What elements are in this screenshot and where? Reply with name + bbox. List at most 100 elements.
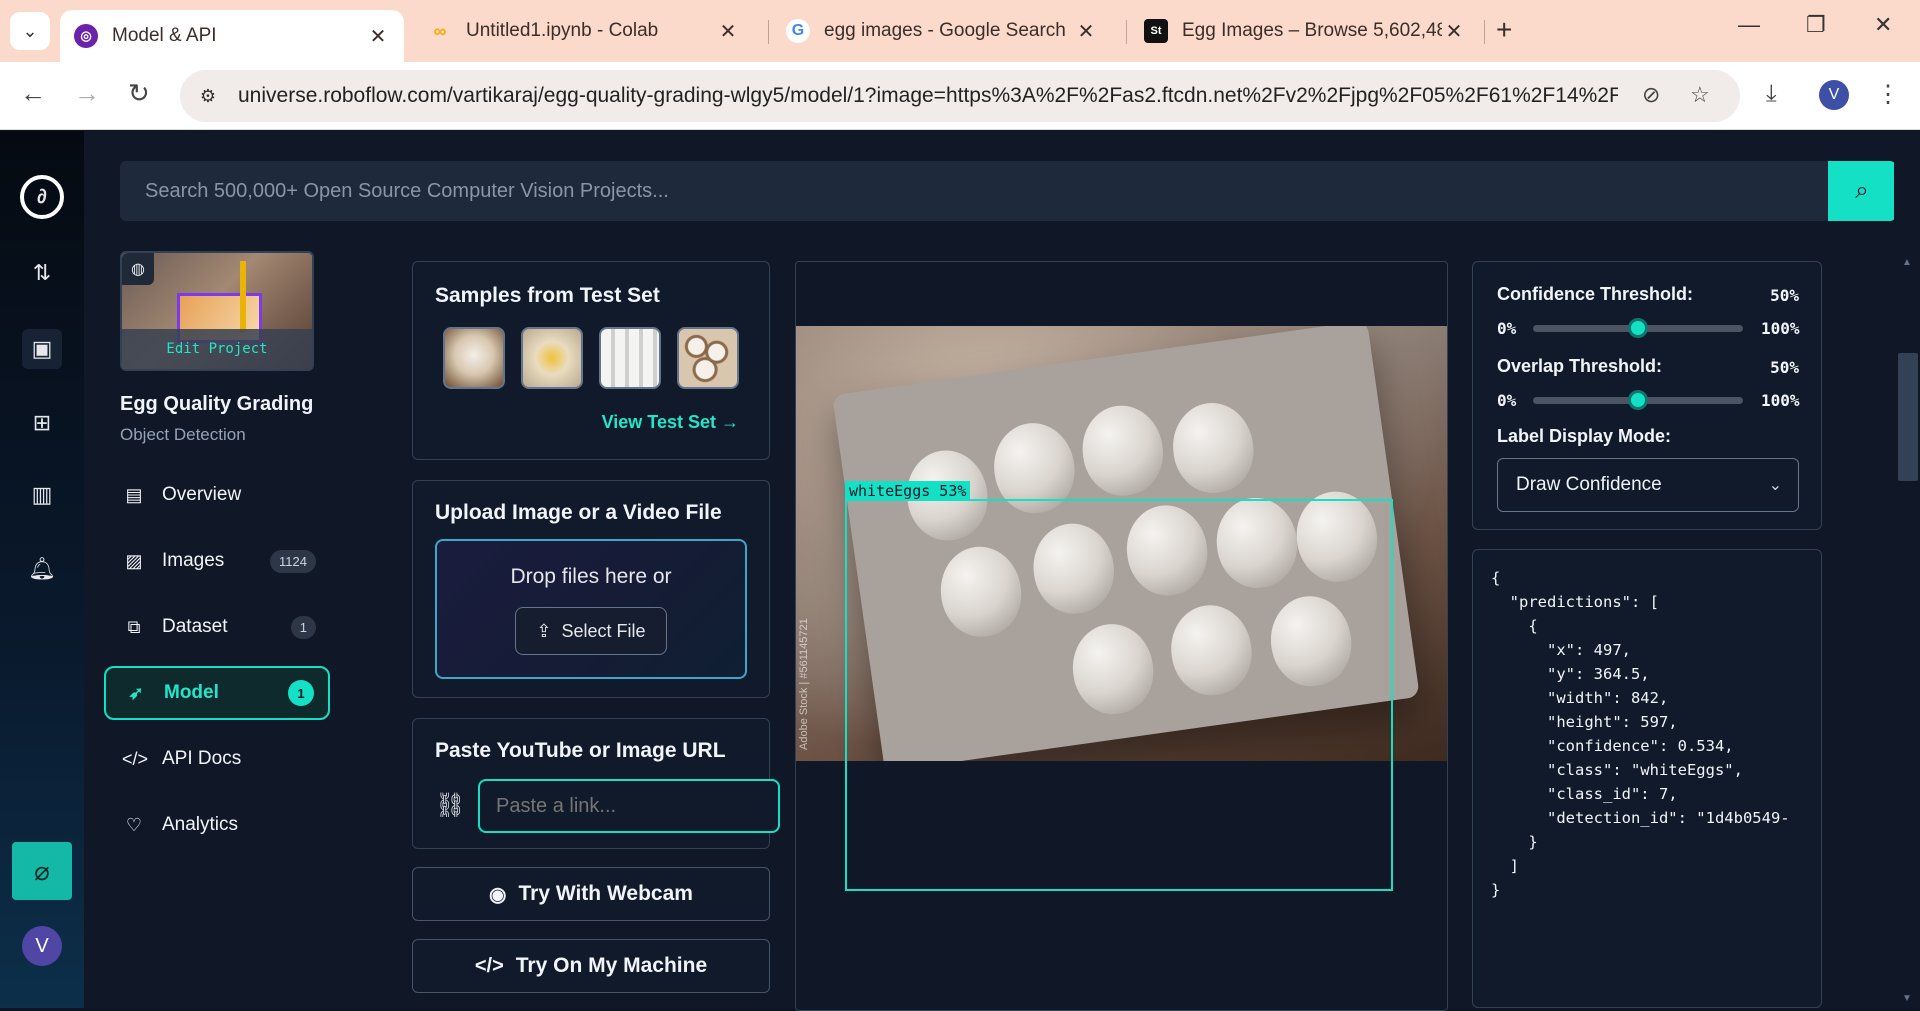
bell-icon[interactable]: 🔔︎ xyxy=(22,549,62,589)
overview-icon: ▤ xyxy=(125,484,143,505)
user-avatar[interactable]: V xyxy=(22,926,62,966)
nav-label: Overview xyxy=(162,484,242,505)
confidence-max: 100% xyxy=(1761,319,1800,338)
samples-panel: Samples from Test Set View Test Set → xyxy=(412,261,770,460)
roboflow-icon: ◎ xyxy=(74,24,98,48)
nav-label: API Docs xyxy=(162,748,242,769)
overlap-value: 50% xyxy=(1770,358,1799,377)
url-title: Paste YouTube or Image URL xyxy=(435,739,726,762)
upload-icon: ⇪ xyxy=(536,620,552,641)
more-menu-icon[interactable]: ⋮ xyxy=(1876,80,1900,109)
overlap-slider-handle[interactable] xyxy=(1628,390,1648,410)
minimize-icon[interactable]: — xyxy=(1738,12,1760,38)
eye-off-icon[interactable]: ⊘ xyxy=(1642,82,1660,108)
star-icon[interactable]: ☆ xyxy=(1690,82,1710,108)
close-icon[interactable]: ✕ xyxy=(366,24,390,49)
select-file-label: Select File xyxy=(561,620,646,641)
new-tab-plus-icon[interactable]: + xyxy=(1496,14,1512,46)
nav-item-analytics[interactable]: ♡ Analytics xyxy=(104,798,330,852)
tab-separator xyxy=(768,20,769,44)
inbox-icon[interactable]: ▣ xyxy=(22,329,62,369)
overlap-label: Overlap Threshold: xyxy=(1497,356,1663,376)
label-display-mode-select[interactable]: Draw Confidence ⌄ xyxy=(1497,458,1799,512)
try-machine-button[interactable]: </> Try On My Machine xyxy=(412,939,770,993)
tab-model-api[interactable]: ◎ Model & API ✕ xyxy=(60,10,404,62)
overlap-slider[interactable] xyxy=(1533,390,1743,410)
page-scrollbar[interactable]: ▲ ▼ xyxy=(1894,131,1920,1008)
tab-title: Egg Images – Browse 5,602,486 xyxy=(1182,20,1442,41)
window-close-icon[interactable]: ✕ xyxy=(1874,12,1892,38)
project-name: Egg Quality Grading xyxy=(120,393,314,415)
machine-label: Try On My Machine xyxy=(515,954,708,977)
edit-project-button[interactable]: Edit Project xyxy=(122,329,312,369)
confidence-min: 0% xyxy=(1497,319,1517,338)
universe-planet-icon[interactable]: ⌀ xyxy=(12,842,72,900)
back-arrow-icon[interactable]: ← xyxy=(20,78,46,109)
link-icon: ⛓ xyxy=(435,792,466,819)
scroll-up-icon[interactable]: ▲ xyxy=(1902,257,1912,268)
reload-icon[interactable]: ↻ xyxy=(128,78,150,109)
nav-item-api-docs[interactable]: </> API Docs xyxy=(104,732,330,786)
colab-icon: ∞ xyxy=(433,20,447,41)
chevron-down-icon: ⌄ xyxy=(1768,477,1782,494)
overlap-max: 100% xyxy=(1761,391,1800,410)
search-icon[interactable]: ⌕ xyxy=(1828,161,1896,221)
nav-item-images[interactable]: ▨ Images 1124 xyxy=(104,534,330,588)
sample-image-2[interactable] xyxy=(521,327,583,389)
tab-search-button[interactable]: ⌄ xyxy=(10,12,50,50)
scrollbar-thumb[interactable] xyxy=(1898,353,1918,481)
stock-watermark: Adobe Stock | #561145721 xyxy=(798,618,810,750)
file-drop-zone[interactable]: Drop files here or ⇪ Select File xyxy=(435,539,747,679)
view-test-set-link[interactable]: View Test Set → xyxy=(602,412,739,433)
select-file-button[interactable]: ⇪ Select File xyxy=(515,607,667,655)
nav-item-overview[interactable]: ▤ Overview xyxy=(104,468,330,522)
detection-label: whiteEggs 53% xyxy=(845,481,971,501)
url-panel: Paste YouTube or Image URL ⛓ xyxy=(412,718,780,849)
search-input[interactable]: Search 500,000+ Open Source Computer Vis… xyxy=(120,161,1828,221)
images-icon: ▨ xyxy=(125,550,143,571)
scroll-down-icon[interactable]: ▼ xyxy=(1902,993,1912,1004)
tab-title: Model & API xyxy=(112,25,217,46)
project-type: Object Detection xyxy=(120,425,246,444)
view-test-set-label: View Test Set xyxy=(601,412,716,432)
restore-icon[interactable]: ❐ xyxy=(1806,12,1826,38)
try-webcam-button[interactable]: ◉ Try With Webcam xyxy=(412,867,770,921)
nav-label: Analytics xyxy=(162,814,239,835)
sample-image-3[interactable] xyxy=(599,327,661,389)
tab-colab[interactable]: ∞ Untitled1.ipynb - Colab ✕ xyxy=(414,8,754,54)
sort-arrows-icon[interactable]: ⇅ xyxy=(22,253,62,293)
json-output-panel: { "predictions": [ { "x": 497, "y": 364.… xyxy=(1472,549,1822,1008)
tab-google-search[interactable]: G egg images - Google Search ✕ xyxy=(772,8,1112,54)
close-icon[interactable]: ✕ xyxy=(1442,19,1466,44)
browser-profile-avatar[interactable]: V xyxy=(1819,80,1849,110)
sample-image-1[interactable] xyxy=(443,327,505,389)
close-icon[interactable]: ✕ xyxy=(716,19,740,44)
project-thumbnail[interactable]: ◍ Edit Project xyxy=(120,251,314,371)
close-icon[interactable]: ✕ xyxy=(1074,19,1098,44)
image-url-input[interactable] xyxy=(478,779,780,833)
omnibox[interactable]: ⚙ universe.roboflow.com/vartikaraj/egg-q… xyxy=(180,70,1740,122)
browser-tab-bar: ⌄ ◎ Model & API ✕ ∞ Untitled1.ipynb - Co… xyxy=(0,0,1920,62)
nav-label: Images xyxy=(162,550,225,571)
confidence-slider-handle[interactable] xyxy=(1628,318,1648,338)
site-info-icon[interactable]: ⚙ xyxy=(190,78,226,114)
forward-arrow-icon[interactable]: → xyxy=(74,78,100,109)
roboflow-logo-icon[interactable]: ∂ xyxy=(20,175,64,219)
model-icon: ➶ xyxy=(128,682,144,703)
drop-text: Drop files here or xyxy=(510,565,672,588)
confidence-slider[interactable] xyxy=(1533,318,1743,338)
tab-egg-images[interactable]: St Egg Images – Browse 5,602,486 ✕ xyxy=(1130,8,1480,54)
inference-settings-panel: Confidence Threshold: 50% 0% 100% Overla… xyxy=(1472,261,1822,530)
url-text[interactable]: universe.roboflow.com/vartikaraj/egg-qua… xyxy=(238,84,1618,108)
sample-image-4[interactable] xyxy=(677,327,739,389)
workflow-icon[interactable]: ⊞ xyxy=(22,403,62,443)
nav-item-model[interactable]: ➶ Model 1 xyxy=(104,666,330,720)
nav-label: Dataset xyxy=(162,616,228,637)
download-icon[interactable]: ⤓ xyxy=(1766,80,1777,108)
upload-panel: Upload Image or a Video File Drop files … xyxy=(412,480,770,698)
nav-item-dataset[interactable]: ⧉ Dataset 1 xyxy=(104,600,330,654)
analytics-icon: ♡ xyxy=(125,814,143,835)
globe-icon: ◍ xyxy=(122,253,154,285)
chart-icon[interactable]: ▥ xyxy=(22,475,62,515)
tab-title: Untitled1.ipynb - Colab xyxy=(466,20,659,41)
